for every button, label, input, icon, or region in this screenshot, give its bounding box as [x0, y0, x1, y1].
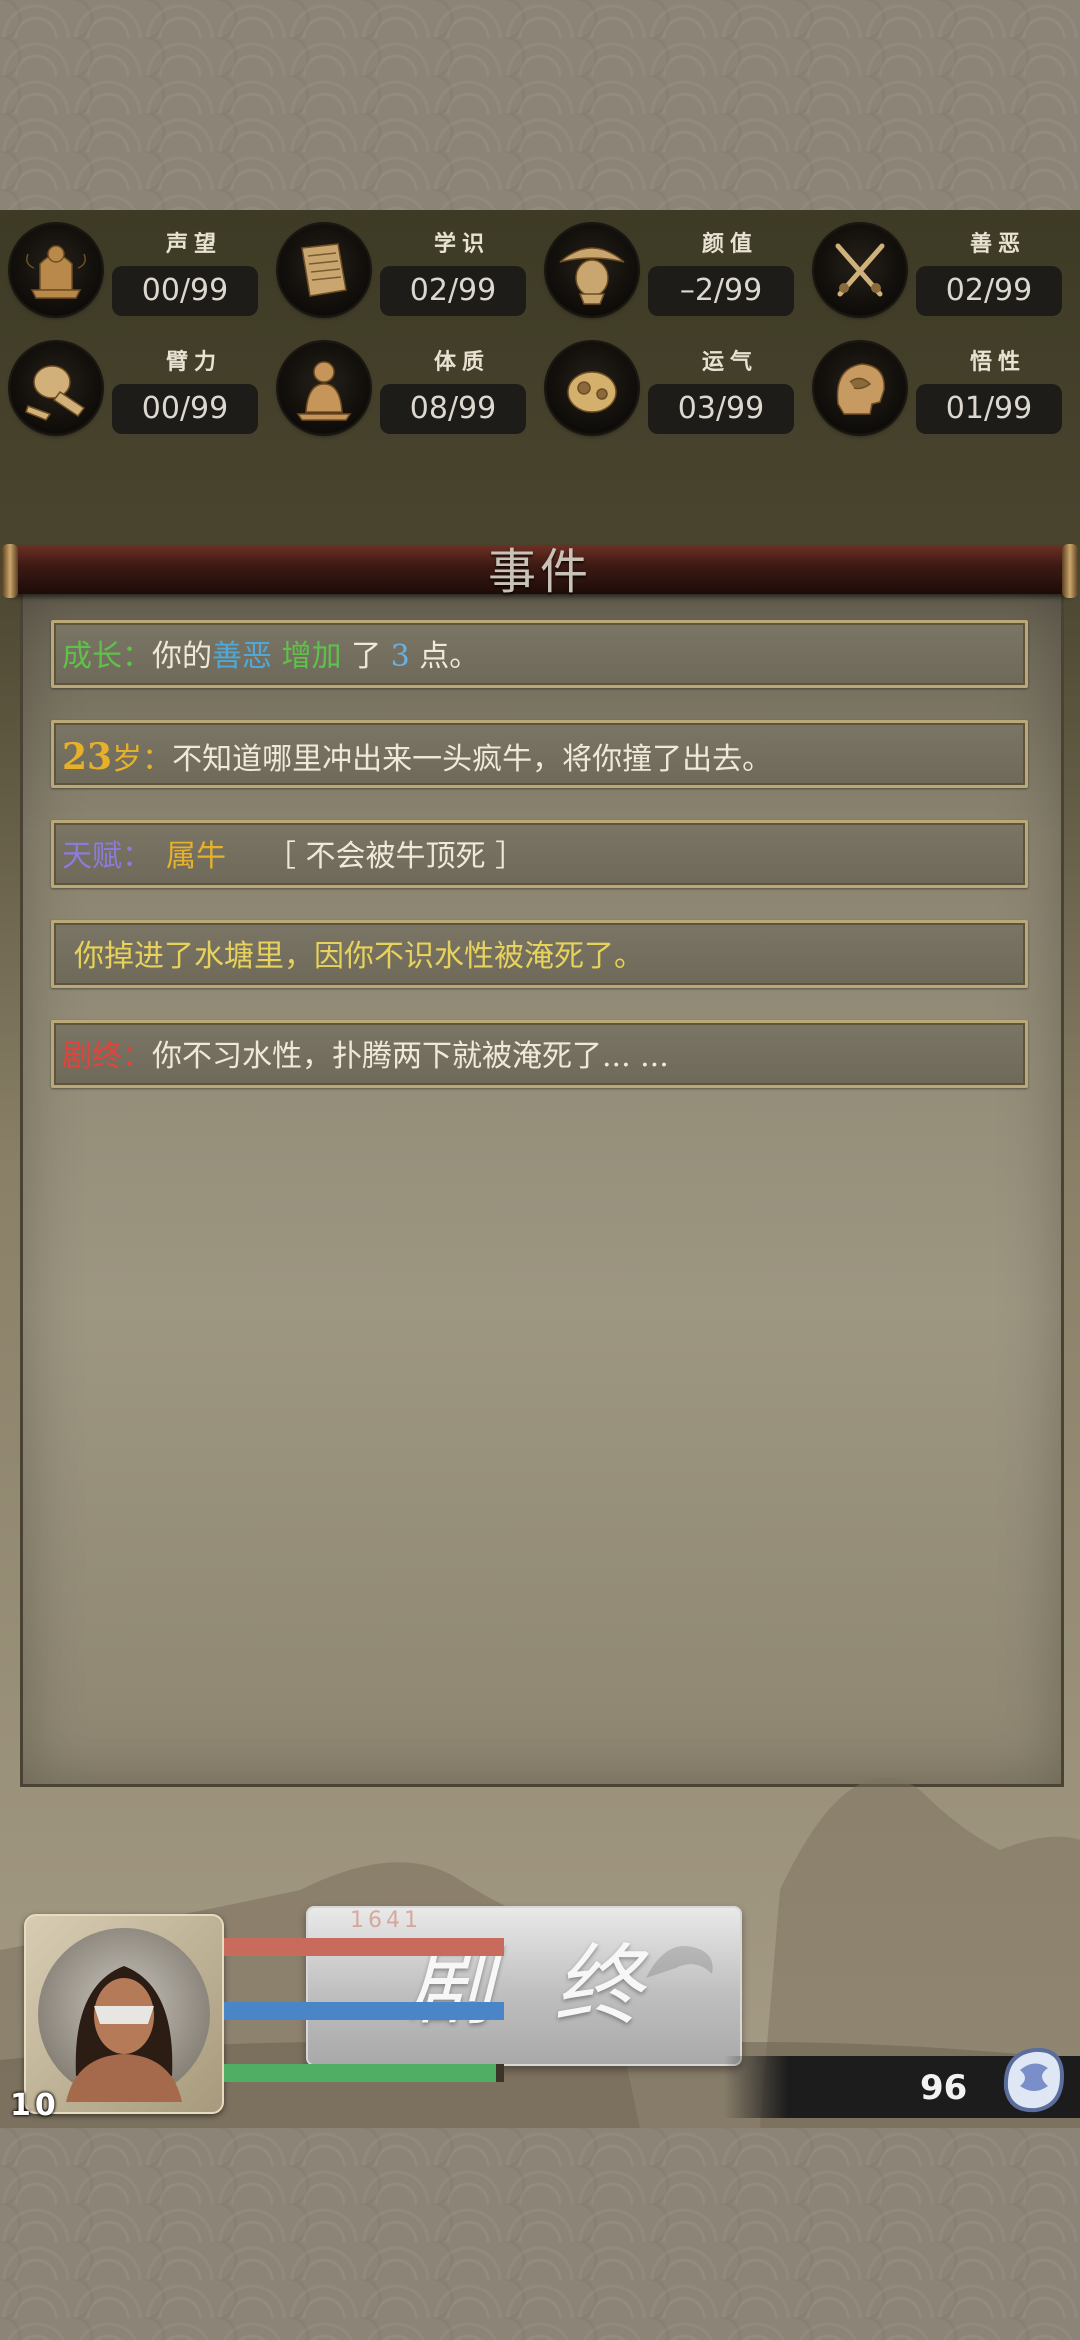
coin-pouch-icon	[546, 342, 638, 434]
stat-label: 学识	[433, 231, 490, 257]
stat-appearance[interactable]: 颜值 –2/99	[546, 220, 814, 320]
event-verb: 增加	[281, 639, 342, 674]
mind-head-icon	[814, 342, 906, 434]
stat-knowledge[interactable]: 学识 02/99	[278, 220, 546, 320]
stat-value: 02/99	[916, 266, 1062, 316]
stat-label: 臂力	[165, 349, 222, 375]
event-tag: 天赋：	[62, 839, 152, 874]
stat-value: –2/99	[648, 266, 794, 316]
event-text: 你不习水性，扑腾两下就被淹死了... ...	[152, 1039, 669, 1074]
stat-strength[interactable]: 臂力 00/99	[10, 338, 278, 438]
currency-value: 96	[920, 2068, 968, 2108]
fist-icon	[10, 342, 102, 434]
event-tag: 成长：	[62, 639, 152, 674]
event-tag: 剧终：	[62, 1039, 152, 1074]
stat-value: 00/99	[112, 384, 258, 434]
stat-label: 声望	[165, 231, 222, 257]
stat-value: 03/99	[648, 384, 794, 434]
bottom-wave-background	[0, 2128, 1080, 2340]
game-screen: 声望 00/99 学识 02/99 颜值 –2/99 善恶 02/99 臂力 0…	[0, 210, 1080, 2128]
talent-name: 属牛	[166, 839, 226, 874]
mana-bar-fill	[224, 2002, 504, 2020]
silver-ingot-icon[interactable]	[996, 2036, 1072, 2120]
health-bar	[224, 1938, 504, 1956]
health-value: 1641	[350, 1908, 422, 1933]
stat-constitution[interactable]: 体质 08/99	[278, 338, 546, 438]
event-number: 3	[390, 639, 410, 674]
event-attribute: 善恶	[212, 639, 272, 674]
top-wave-background	[0, 0, 1080, 210]
event-age-number: 23	[62, 736, 113, 778]
stat-label: 颜值	[701, 231, 758, 257]
event-text: 了	[341, 639, 391, 674]
event-text: 你的	[152, 639, 212, 674]
event-age: 23岁：不知道哪里冲出来一头疯牛，将你撞了出去。	[51, 720, 1028, 788]
event-text: 你掉进了水塘里，因你不识水性被淹死了。	[74, 939, 644, 974]
buddha-icon	[278, 342, 370, 434]
event-space	[272, 639, 282, 674]
stat-luck[interactable]: 运气 03/99	[546, 338, 814, 438]
stat-label: 善恶	[969, 231, 1026, 257]
player-level: 10	[10, 2088, 60, 2123]
stat-label: 悟性	[969, 349, 1026, 375]
stat-value: 01/99	[916, 384, 1062, 434]
stat-value: 02/99	[380, 266, 526, 316]
crossed-swords-icon	[814, 224, 906, 316]
event-drown: 你掉进了水塘里，因你不识水性被淹死了。	[51, 920, 1028, 988]
warrior-portrait-icon	[38, 1928, 210, 2102]
stat-comprehension[interactable]: 悟性 01/99	[814, 338, 1080, 438]
health-bar-fill	[224, 1938, 504, 1956]
panel-title: 事件	[487, 544, 592, 600]
stat-label: 体质	[433, 349, 490, 375]
event-age-unit: 岁：	[112, 742, 173, 777]
stat-value: 08/99	[380, 384, 526, 434]
event-growth: 成长：你的善恶 增加 了 3 点。	[51, 620, 1028, 688]
talent-description: ［ 不会被牛顶死 ］	[266, 839, 526, 874]
stat-morality[interactable]: 善恶 02/99	[814, 220, 1080, 320]
mana-bar	[224, 2002, 504, 2020]
event-talent: 天赋： 属牛 ［ 不会被牛顶死 ］	[51, 820, 1028, 888]
stamina-bar-fill	[224, 2064, 496, 2082]
reputation-icon	[10, 224, 102, 316]
event-text: 点。	[409, 639, 480, 674]
event-text: 不知道哪里冲出来一头疯牛，将你撞了出去。	[172, 742, 773, 777]
stat-reputation[interactable]: 声望 00/99	[10, 220, 278, 320]
player-avatar[interactable]	[24, 1914, 224, 2114]
stamina-bar	[224, 2064, 504, 2082]
hat-face-icon	[546, 224, 638, 316]
event-ending: 剧终：你不习水性，扑腾两下就被淹死了... ...	[51, 1020, 1028, 1088]
knowledge-scroll-icon	[278, 224, 370, 316]
stat-label: 运气	[701, 349, 758, 375]
stat-value: 00/99	[112, 266, 258, 316]
